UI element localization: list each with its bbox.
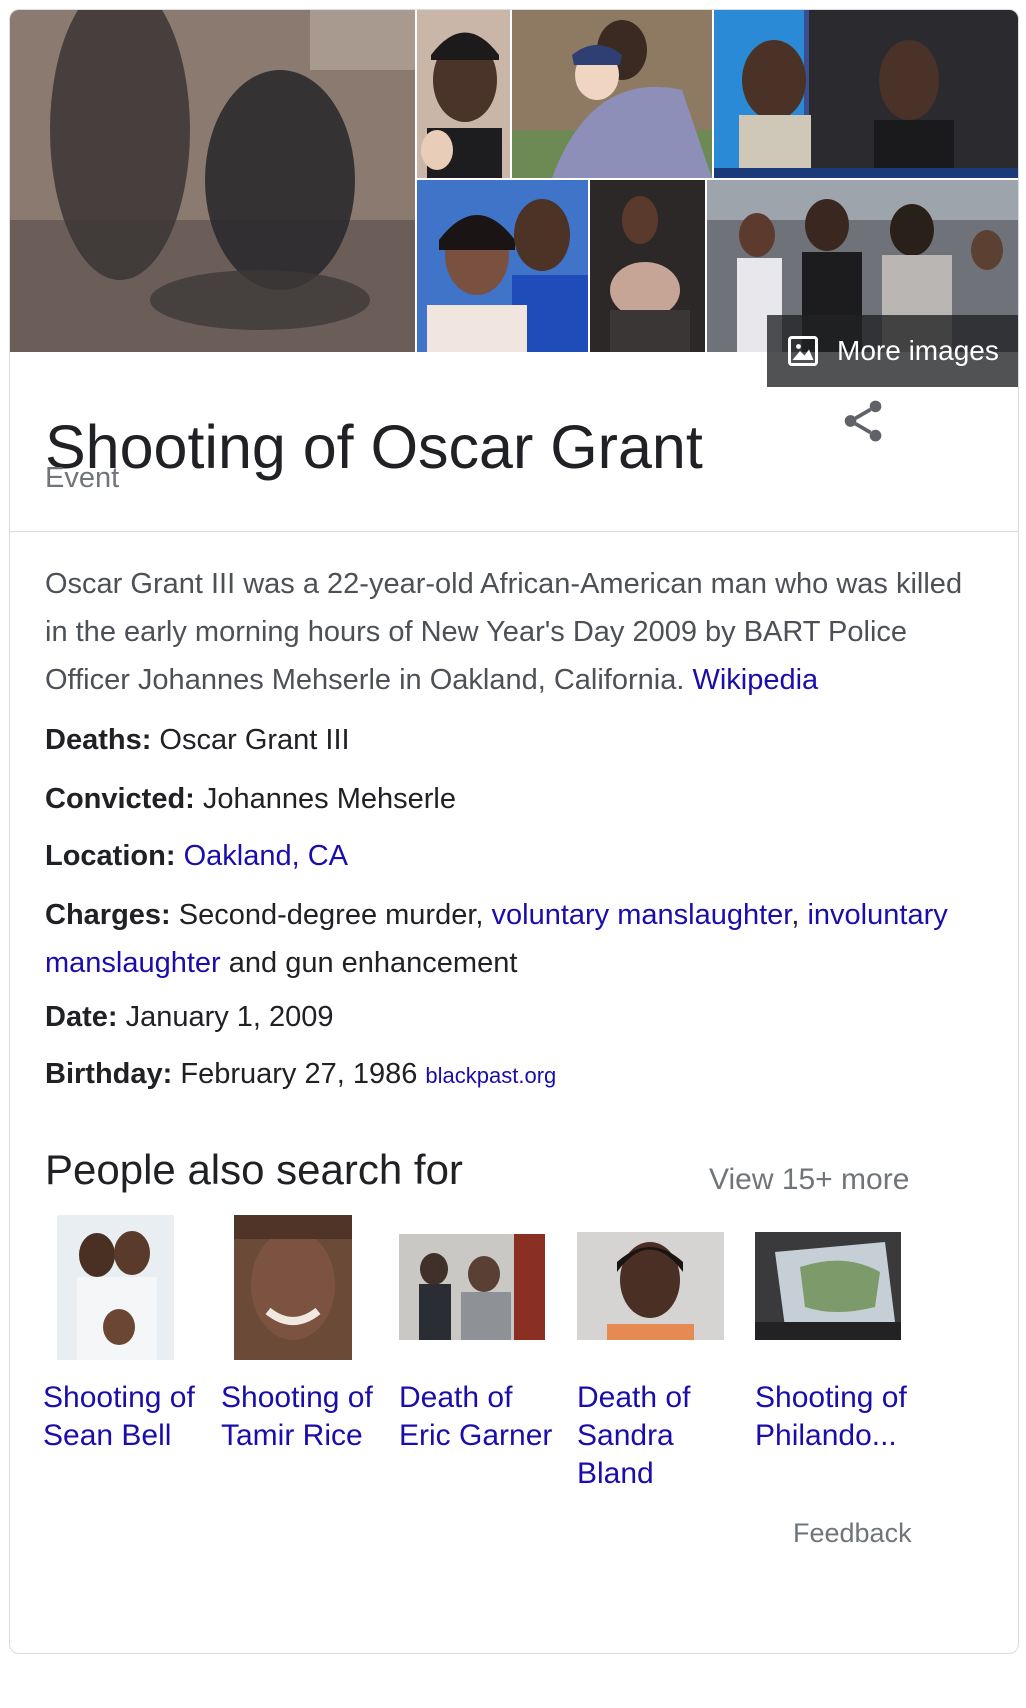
- people-also-search-title: People also search for: [45, 1146, 463, 1193]
- description-text: Oscar Grant III was a 22-year-old Africa…: [45, 568, 963, 696]
- pasf-label: Shooting of Tamir Rice: [221, 1379, 396, 1455]
- photo-2[interactable]: [417, 10, 510, 178]
- fact-value: January 1, 2009: [125, 1001, 334, 1033]
- feedback-link[interactable]: Feedback: [793, 1518, 912, 1549]
- fact-comma: ,: [791, 899, 800, 931]
- fact-date: Date: January 1, 2009: [45, 993, 985, 1041]
- pasf-label-line: Shooting of: [755, 1381, 907, 1414]
- pasf-item-sean-bell[interactable]: Shooting of Sean Bell: [43, 1215, 218, 1515]
- more-images-button[interactable]: More images: [767, 315, 1018, 387]
- pasf-label: Death of Sandra Bland: [577, 1379, 752, 1493]
- main-photo[interactable]: [10, 10, 415, 352]
- pasf-label-line: Death of: [399, 1381, 513, 1414]
- location-link[interactable]: Oakland, CA: [184, 840, 348, 872]
- photo-3[interactable]: [512, 10, 712, 178]
- entity-title: Shooting of Oscar Grant: [45, 413, 703, 481]
- pasf-item-tamir-rice[interactable]: Shooting of Tamir Rice: [221, 1215, 396, 1515]
- photo-4[interactable]: [714, 10, 1018, 178]
- fact-convicted: Convicted: Johannes Mehserle: [45, 775, 985, 823]
- pasf-label-line: Eric Garner: [399, 1419, 553, 1452]
- pasf-label-line: Bland: [577, 1457, 654, 1490]
- image-icon: [788, 336, 818, 366]
- fact-deaths: Deaths: Oscar Grant III: [45, 716, 985, 764]
- pasf-label: Shooting of Sean Bell: [43, 1379, 218, 1455]
- view-more-link[interactable]: View 15+ more: [709, 1163, 909, 1197]
- pasf-thumbnail: [234, 1215, 352, 1360]
- fact-label: Charges:: [45, 899, 171, 931]
- fact-value: Oscar Grant III: [159, 724, 350, 756]
- entity-type: Event: [45, 462, 120, 494]
- fact-birthday: Birthday: February 27, 1986 blackpast.or…: [45, 1050, 985, 1100]
- pasf-label: Shooting of Philando...: [755, 1379, 930, 1455]
- fact-charges: Charges: Second-degree murder, voluntary…: [45, 891, 985, 987]
- pasf-label-line: Sean Bell: [43, 1419, 172, 1452]
- pasf-label-line: Shooting of: [221, 1381, 373, 1414]
- divider: [10, 531, 1018, 532]
- more-images-label: More images: [837, 335, 999, 366]
- pasf-thumbnail: [399, 1234, 545, 1340]
- fact-label: Deaths:: [45, 724, 152, 756]
- pasf-label: Death of Eric Garner: [399, 1379, 574, 1455]
- fact-location: Location: Oakland, CA: [45, 832, 985, 880]
- description: Oscar Grant III was a 22-year-old Africa…: [45, 560, 985, 704]
- pasf-label-line: Shooting of: [43, 1381, 195, 1414]
- pasf-label-line: Death of: [577, 1381, 691, 1414]
- blackpast-link[interactable]: blackpast.org: [425, 1063, 556, 1088]
- pasf-item-eric-garner[interactable]: Death of Eric Garner: [399, 1215, 574, 1515]
- fact-value: February 27, 1986: [180, 1058, 418, 1090]
- pasf-item-sandra-bland[interactable]: Death of Sandra Bland: [577, 1215, 752, 1515]
- fact-label: Date:: [45, 1001, 118, 1033]
- fact-value: and gun enhancement: [228, 947, 518, 979]
- fact-label: Convicted:: [45, 783, 195, 815]
- photo-5[interactable]: [417, 180, 588, 352]
- pasf-thumbnail: [755, 1232, 901, 1340]
- pasf-label-line: Philando...: [755, 1419, 897, 1452]
- fact-label: Birthday:: [45, 1058, 173, 1090]
- fact-value: Second-degree murder,: [178, 899, 484, 931]
- fact-label: Location:: [45, 840, 176, 872]
- knowledge-panel: More images Shooting of Oscar Grant Even…: [9, 9, 1019, 1654]
- photo-6[interactable]: [590, 180, 705, 352]
- pasf-label-line: Sandra: [577, 1419, 674, 1452]
- pasf-thumbnail: [57, 1215, 174, 1360]
- share-icon[interactable]: [838, 394, 888, 448]
- voluntary-manslaughter-link[interactable]: voluntary manslaughter: [492, 899, 792, 931]
- wikipedia-link[interactable]: Wikipedia: [692, 664, 818, 696]
- pasf-thumbnail: [577, 1232, 724, 1340]
- pasf-label-line: Tamir Rice: [221, 1419, 363, 1452]
- pasf-item-philando[interactable]: Shooting of Philando...: [755, 1215, 930, 1515]
- fact-value: Johannes Mehserle: [202, 783, 457, 815]
